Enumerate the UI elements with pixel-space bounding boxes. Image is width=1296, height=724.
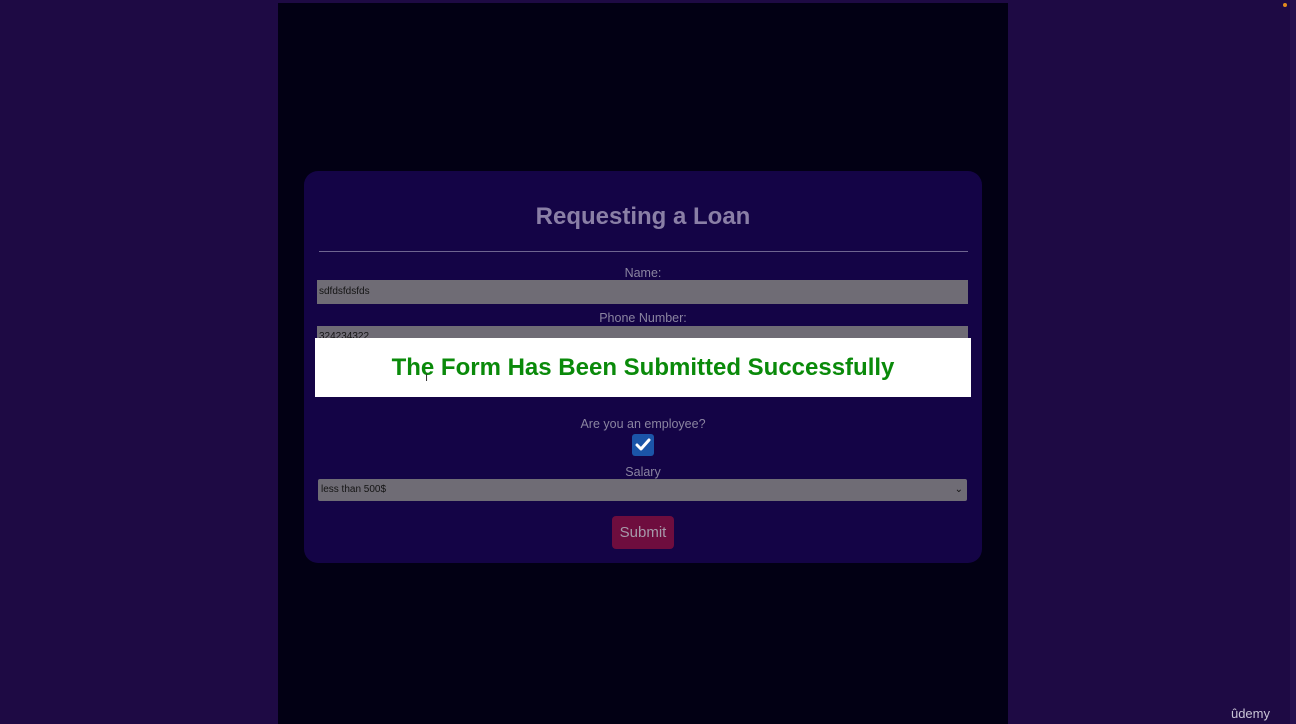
- recording-indicator-icon: [1283, 3, 1287, 7]
- salary-selected-value: less than 500$: [321, 484, 387, 495]
- title-divider: [319, 251, 968, 252]
- name-label: Name:: [624, 266, 662, 280]
- text-cursor-icon: I: [425, 372, 429, 384]
- watermark-logo: ûdemy: [1230, 706, 1270, 721]
- name-input[interactable]: sdfdsfdsfds: [317, 280, 968, 304]
- success-toast: The Form Has Been Submitted Successfully: [315, 338, 971, 397]
- chevron-down-icon: ⌄: [954, 484, 963, 495]
- employee-label: Are you an employee?: [580, 417, 706, 431]
- form-title: Requesting a Loan: [535, 203, 751, 230]
- submit-button[interactable]: Submit: [612, 516, 674, 549]
- phone-input[interactable]: 324234322: [317, 326, 968, 338]
- employee-checkbox[interactable]: [632, 434, 654, 456]
- phone-label: Phone Number:: [599, 311, 687, 325]
- salary-label: Salary: [625, 465, 661, 479]
- window-edge: [1290, 0, 1296, 724]
- salary-select[interactable]: less than 500$ ⌄: [318, 479, 967, 501]
- success-message: The Form Has Been Submitted Successfully: [391, 354, 895, 381]
- screen: Requesting a Loan Name: sdfdsfdsfds Phon…: [0, 0, 1296, 724]
- checkmark-icon: [635, 438, 651, 451]
